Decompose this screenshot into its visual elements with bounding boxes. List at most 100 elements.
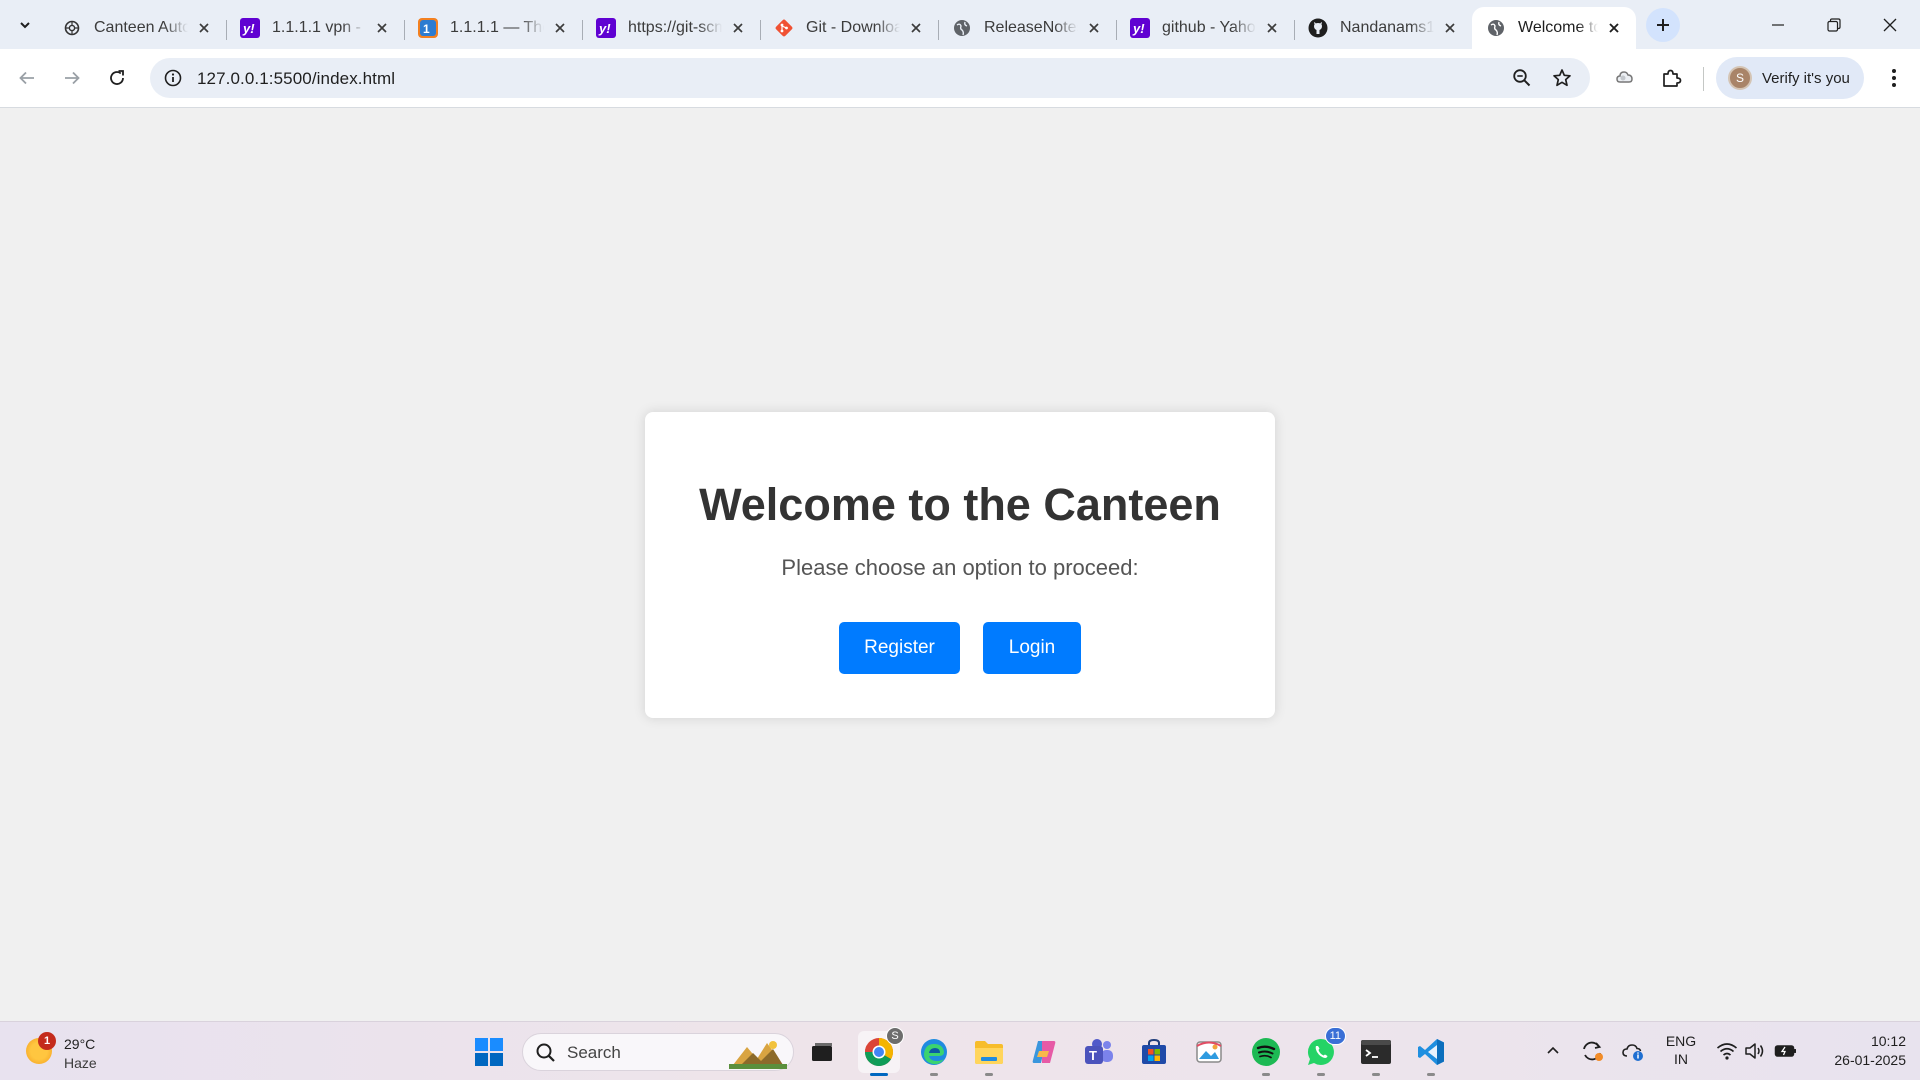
welcome-card: Welcome to the Canteen Please choose an … — [645, 412, 1275, 718]
close-icon[interactable] — [372, 18, 392, 38]
tab-1111-app[interactable]: 1 1.1.1.1 — The free app — [404, 7, 583, 49]
svg-text:y!: y! — [598, 21, 611, 36]
weather-widget[interactable]: 1 29°C Haze — [20, 1030, 120, 1074]
back-button[interactable] — [9, 60, 45, 96]
close-icon[interactable] — [194, 18, 214, 38]
taskbar-terminal[interactable] — [1355, 1031, 1397, 1076]
browser-toolbar: 127.0.0.1:5500/index.html S Verify it's … — [0, 49, 1920, 108]
tray-network[interactable] — [1713, 1037, 1741, 1065]
toolbar-divider — [1703, 67, 1704, 91]
cloud-info-icon — [1622, 1044, 1643, 1061]
page-viewport: Welcome to the Canteen Please choose an … — [0, 108, 1920, 1021]
browser-menu-button[interactable] — [1876, 60, 1912, 96]
terminal-icon — [1361, 1040, 1391, 1064]
tray-sync-app[interactable] — [1578, 1037, 1606, 1065]
close-icon[interactable] — [1262, 18, 1282, 38]
tab-git-scm[interactable]: y! https://git-scm.com — [582, 7, 761, 49]
site-info-icon[interactable] — [162, 67, 184, 89]
bookmark-star-icon[interactable] — [1547, 63, 1577, 93]
taskbar-file-explorer[interactable] — [968, 1031, 1010, 1076]
tab-github-nandanams[interactable]: Nandanams1 — [1294, 7, 1473, 49]
weather-condition: Haze — [64, 1055, 97, 1071]
tab-title: Git - Downloads — [806, 19, 900, 36]
taskbar-edge[interactable] — [913, 1031, 955, 1076]
reload-button[interactable] — [99, 60, 135, 96]
url-text[interactable]: 127.0.0.1:5500/index.html — [197, 69, 395, 89]
svg-text:T: T — [1089, 1048, 1097, 1063]
yahoo-icon: y! — [596, 18, 616, 38]
taskbar-microsoft-store[interactable] — [1133, 1031, 1175, 1073]
tab-welcome-canteen[interactable]: Welcome to the Canteen — [1472, 7, 1636, 49]
new-tab-button[interactable] — [1646, 8, 1680, 42]
register-button[interactable]: Register — [839, 622, 960, 674]
arrow-left-icon — [19, 71, 34, 85]
svg-text:y!: y! — [242, 21, 255, 36]
close-window-button[interactable] — [1862, 0, 1918, 49]
cloudflare-1111-icon: 1 — [418, 18, 438, 38]
taskbar-chrome[interactable]: S — [858, 1027, 904, 1076]
reload-icon — [110, 70, 124, 85]
taskbar-teams[interactable]: T — [1078, 1031, 1120, 1073]
tab-yahoo-vpn[interactable]: y! 1.1.1.1 vpn - Yahoo Search — [226, 7, 405, 49]
show-hidden-icons-button[interactable] — [1539, 1037, 1567, 1065]
page-title: Welcome to the Canteen — [699, 479, 1221, 530]
taskbar-whatsapp[interactable]: 11 — [1300, 1027, 1346, 1076]
close-icon[interactable] — [906, 18, 926, 38]
plus-icon — [1657, 19, 1669, 31]
restore-button[interactable] — [1806, 0, 1862, 49]
language-region: IN — [1674, 1051, 1688, 1067]
close-icon[interactable] — [728, 18, 748, 38]
tab-title: Canteen Automation — [94, 19, 188, 36]
windows-taskbar: 1 29°C Haze Search S T 11 ENG IN 10:12 2… — [0, 1021, 1920, 1080]
clock-time: 10:12 — [1870, 1033, 1906, 1049]
taskbar-spotify[interactable] — [1245, 1031, 1287, 1076]
input-language-indicator[interactable]: ENG IN — [1664, 1032, 1698, 1068]
tab-canteen-automation[interactable]: Canteen Automation — [48, 7, 227, 49]
start-button[interactable] — [468, 1031, 510, 1073]
tab-release-notes[interactable]: ReleaseNotes — [938, 7, 1117, 49]
github-icon — [1308, 18, 1328, 38]
taskbar-vscode[interactable] — [1410, 1031, 1452, 1076]
git-icon — [774, 18, 794, 38]
tray-onedrive[interactable] — [1619, 1037, 1647, 1065]
address-bar[interactable]: 127.0.0.1:5500/index.html — [150, 58, 1590, 98]
minimize-button[interactable] — [1750, 0, 1806, 49]
close-icon[interactable] — [1604, 18, 1624, 38]
tray-battery[interactable] — [1772, 1037, 1800, 1065]
taskbar-photos[interactable] — [1188, 1031, 1230, 1073]
kebab-menu-icon — [1892, 69, 1896, 87]
task-view-button[interactable] — [801, 1031, 843, 1073]
profile-button[interactable]: S Verify it's you — [1716, 57, 1864, 99]
close-icon[interactable] — [1084, 18, 1104, 38]
tab-strip: Canteen Automation y! 1.1.1.1 vpn - Yaho… — [0, 0, 1920, 49]
tray-volume[interactable] — [1741, 1037, 1769, 1065]
extensions-puzzle-icon[interactable] — [1653, 60, 1689, 96]
svg-text:1: 1 — [423, 22, 430, 36]
tab-title: Nandanams1 — [1340, 19, 1434, 36]
login-button[interactable]: Login — [983, 622, 1081, 674]
close-icon[interactable] — [550, 18, 570, 38]
search-label: Search — [567, 1043, 621, 1062]
system-clock[interactable]: 10:12 26-01-2025 — [1810, 1032, 1906, 1070]
gemini-icon[interactable] — [1607, 60, 1643, 96]
tab-title: https://git-scm.com — [628, 19, 722, 36]
task-view-icon — [812, 1043, 832, 1061]
page-subtitle: Please choose an option to proceed: — [781, 555, 1139, 580]
chrome-profile-badge: S — [886, 1027, 904, 1045]
tab-title: ReleaseNotes — [984, 19, 1078, 36]
search-icon — [536, 1043, 555, 1062]
tab-search-button[interactable] — [8, 9, 42, 41]
arrow-right-icon — [65, 71, 80, 85]
file-explorer-icon — [975, 1041, 1003, 1064]
tab-git-downloads[interactable]: Git - Downloads — [760, 7, 939, 49]
chevron-up-icon — [1547, 1046, 1559, 1054]
yahoo-icon: y! — [1130, 18, 1150, 38]
close-icon[interactable] — [1440, 18, 1460, 38]
forward-button[interactable] — [54, 60, 90, 96]
zoom-icon[interactable] — [1507, 63, 1537, 93]
photos-icon — [1196, 1041, 1222, 1063]
taskbar-search[interactable]: Search — [522, 1033, 794, 1071]
vscode-icon — [1418, 1039, 1444, 1065]
taskbar-copilot[interactable] — [1023, 1031, 1065, 1073]
tab-github-yahoo[interactable]: y! github - Yahoo Search — [1116, 7, 1295, 49]
